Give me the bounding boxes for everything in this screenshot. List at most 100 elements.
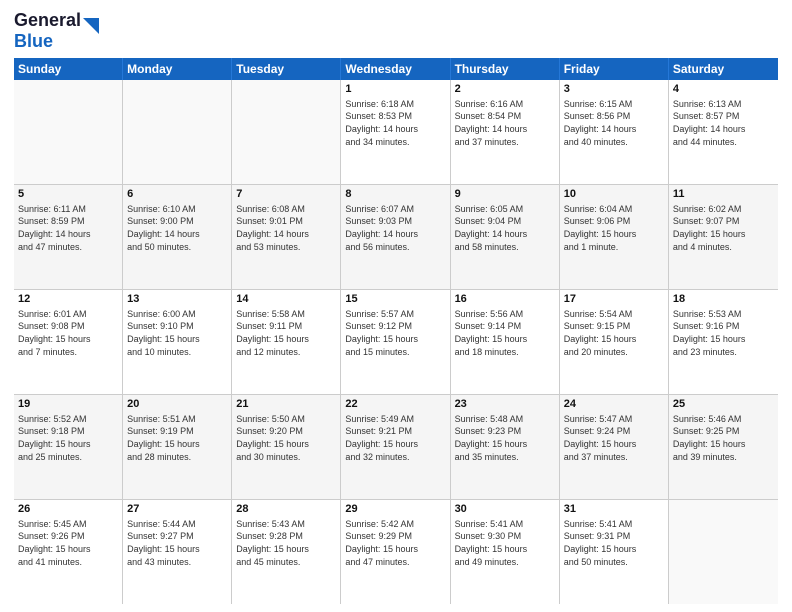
cell-info: Sunrise: 6:01 AM Sunset: 9:08 PM Dayligh…	[18, 308, 118, 358]
day-number: 26	[18, 502, 118, 517]
calendar-row: 1Sunrise: 6:18 AM Sunset: 8:53 PM Daylig…	[14, 80, 778, 185]
day-number: 22	[345, 397, 445, 412]
calendar-cell: 30Sunrise: 5:41 AM Sunset: 9:30 PM Dayli…	[451, 500, 560, 604]
cell-info: Sunrise: 6:04 AM Sunset: 9:06 PM Dayligh…	[564, 203, 664, 253]
day-number: 19	[18, 397, 118, 412]
day-number: 2	[455, 82, 555, 97]
cell-info: Sunrise: 6:10 AM Sunset: 9:00 PM Dayligh…	[127, 203, 227, 253]
day-number: 27	[127, 502, 227, 517]
cell-info: Sunrise: 5:53 AM Sunset: 9:16 PM Dayligh…	[673, 308, 774, 358]
calendar-cell: 6Sunrise: 6:10 AM Sunset: 9:00 PM Daylig…	[123, 185, 232, 289]
weekday-header: Sunday	[14, 58, 123, 80]
day-number: 13	[127, 292, 227, 307]
calendar-cell: 22Sunrise: 5:49 AM Sunset: 9:21 PM Dayli…	[341, 395, 450, 499]
cell-info: Sunrise: 5:47 AM Sunset: 9:24 PM Dayligh…	[564, 413, 664, 463]
calendar-cell: 29Sunrise: 5:42 AM Sunset: 9:29 PM Dayli…	[341, 500, 450, 604]
calendar-cell: 28Sunrise: 5:43 AM Sunset: 9:28 PM Dayli…	[232, 500, 341, 604]
day-number: 6	[127, 187, 227, 202]
day-number: 18	[673, 292, 774, 307]
weekday-header: Wednesday	[341, 58, 450, 80]
calendar-header: SundayMondayTuesdayWednesdayThursdayFrid…	[14, 58, 778, 80]
cell-info: Sunrise: 5:46 AM Sunset: 9:25 PM Dayligh…	[673, 413, 774, 463]
cell-info: Sunrise: 5:51 AM Sunset: 9:19 PM Dayligh…	[127, 413, 227, 463]
day-number: 7	[236, 187, 336, 202]
cell-info: Sunrise: 6:15 AM Sunset: 8:56 PM Dayligh…	[564, 98, 664, 148]
calendar-cell: 26Sunrise: 5:45 AM Sunset: 9:26 PM Dayli…	[14, 500, 123, 604]
calendar-cell: 17Sunrise: 5:54 AM Sunset: 9:15 PM Dayli…	[560, 290, 669, 394]
cell-info: Sunrise: 5:48 AM Sunset: 9:23 PM Dayligh…	[455, 413, 555, 463]
calendar-row: 19Sunrise: 5:52 AM Sunset: 9:18 PM Dayli…	[14, 395, 778, 500]
calendar-cell	[669, 500, 778, 604]
day-number: 29	[345, 502, 445, 517]
cell-info: Sunrise: 5:44 AM Sunset: 9:27 PM Dayligh…	[127, 518, 227, 568]
cell-info: Sunrise: 6:11 AM Sunset: 8:59 PM Dayligh…	[18, 203, 118, 253]
calendar-cell: 15Sunrise: 5:57 AM Sunset: 9:12 PM Dayli…	[341, 290, 450, 394]
cell-info: Sunrise: 6:18 AM Sunset: 8:53 PM Dayligh…	[345, 98, 445, 148]
calendar-body: 1Sunrise: 6:18 AM Sunset: 8:53 PM Daylig…	[14, 80, 778, 604]
day-number: 12	[18, 292, 118, 307]
cell-info: Sunrise: 5:45 AM Sunset: 9:26 PM Dayligh…	[18, 518, 118, 568]
calendar-cell: 2Sunrise: 6:16 AM Sunset: 8:54 PM Daylig…	[451, 80, 560, 184]
cell-info: Sunrise: 6:16 AM Sunset: 8:54 PM Dayligh…	[455, 98, 555, 148]
day-number: 21	[236, 397, 336, 412]
logo-arrow-icon	[83, 18, 99, 45]
day-number: 8	[345, 187, 445, 202]
calendar: SundayMondayTuesdayWednesdayThursdayFrid…	[14, 58, 778, 604]
cell-info: Sunrise: 5:56 AM Sunset: 9:14 PM Dayligh…	[455, 308, 555, 358]
day-number: 11	[673, 187, 774, 202]
calendar-cell: 13Sunrise: 6:00 AM Sunset: 9:10 PM Dayli…	[123, 290, 232, 394]
calendar-cell: 24Sunrise: 5:47 AM Sunset: 9:24 PM Dayli…	[560, 395, 669, 499]
weekday-header: Saturday	[669, 58, 778, 80]
day-number: 14	[236, 292, 336, 307]
weekday-header: Tuesday	[232, 58, 341, 80]
cell-info: Sunrise: 5:57 AM Sunset: 9:12 PM Dayligh…	[345, 308, 445, 358]
day-number: 5	[18, 187, 118, 202]
day-number: 25	[673, 397, 774, 412]
cell-info: Sunrise: 6:07 AM Sunset: 9:03 PM Dayligh…	[345, 203, 445, 253]
day-number: 15	[345, 292, 445, 307]
page: GeneralBlue SundayMondayTuesdayWednesday…	[0, 0, 792, 612]
cell-info: Sunrise: 5:43 AM Sunset: 9:28 PM Dayligh…	[236, 518, 336, 568]
calendar-cell: 14Sunrise: 5:58 AM Sunset: 9:11 PM Dayli…	[232, 290, 341, 394]
calendar-row: 5Sunrise: 6:11 AM Sunset: 8:59 PM Daylig…	[14, 185, 778, 290]
cell-info: Sunrise: 5:58 AM Sunset: 9:11 PM Dayligh…	[236, 308, 336, 358]
day-number: 9	[455, 187, 555, 202]
cell-info: Sunrise: 5:54 AM Sunset: 9:15 PM Dayligh…	[564, 308, 664, 358]
calendar-cell: 19Sunrise: 5:52 AM Sunset: 9:18 PM Dayli…	[14, 395, 123, 499]
calendar-cell: 25Sunrise: 5:46 AM Sunset: 9:25 PM Dayli…	[669, 395, 778, 499]
calendar-cell: 27Sunrise: 5:44 AM Sunset: 9:27 PM Dayli…	[123, 500, 232, 604]
day-number: 30	[455, 502, 555, 517]
calendar-cell	[232, 80, 341, 184]
day-number: 16	[455, 292, 555, 307]
weekday-header: Thursday	[451, 58, 560, 80]
day-number: 17	[564, 292, 664, 307]
cell-info: Sunrise: 6:08 AM Sunset: 9:01 PM Dayligh…	[236, 203, 336, 253]
calendar-cell: 16Sunrise: 5:56 AM Sunset: 9:14 PM Dayli…	[451, 290, 560, 394]
cell-info: Sunrise: 6:05 AM Sunset: 9:04 PM Dayligh…	[455, 203, 555, 253]
logo-text: GeneralBlue	[14, 10, 81, 52]
calendar-cell: 31Sunrise: 5:41 AM Sunset: 9:31 PM Dayli…	[560, 500, 669, 604]
cell-info: Sunrise: 5:49 AM Sunset: 9:21 PM Dayligh…	[345, 413, 445, 463]
cell-info: Sunrise: 5:41 AM Sunset: 9:30 PM Dayligh…	[455, 518, 555, 568]
calendar-cell: 4Sunrise: 6:13 AM Sunset: 8:57 PM Daylig…	[669, 80, 778, 184]
day-number: 31	[564, 502, 664, 517]
calendar-cell: 18Sunrise: 5:53 AM Sunset: 9:16 PM Dayli…	[669, 290, 778, 394]
calendar-row: 26Sunrise: 5:45 AM Sunset: 9:26 PM Dayli…	[14, 500, 778, 604]
calendar-cell	[123, 80, 232, 184]
cell-info: Sunrise: 6:02 AM Sunset: 9:07 PM Dayligh…	[673, 203, 774, 253]
logo: GeneralBlue	[14, 10, 99, 52]
weekday-header: Friday	[560, 58, 669, 80]
calendar-cell: 12Sunrise: 6:01 AM Sunset: 9:08 PM Dayli…	[14, 290, 123, 394]
cell-info: Sunrise: 6:13 AM Sunset: 8:57 PM Dayligh…	[673, 98, 774, 148]
day-number: 28	[236, 502, 336, 517]
cell-info: Sunrise: 5:42 AM Sunset: 9:29 PM Dayligh…	[345, 518, 445, 568]
calendar-cell: 7Sunrise: 6:08 AM Sunset: 9:01 PM Daylig…	[232, 185, 341, 289]
calendar-cell	[14, 80, 123, 184]
calendar-cell: 11Sunrise: 6:02 AM Sunset: 9:07 PM Dayli…	[669, 185, 778, 289]
cell-info: Sunrise: 5:52 AM Sunset: 9:18 PM Dayligh…	[18, 413, 118, 463]
calendar-row: 12Sunrise: 6:01 AM Sunset: 9:08 PM Dayli…	[14, 290, 778, 395]
logo-arrow	[83, 18, 99, 40]
day-number: 4	[673, 82, 774, 97]
day-number: 23	[455, 397, 555, 412]
cell-info: Sunrise: 5:41 AM Sunset: 9:31 PM Dayligh…	[564, 518, 664, 568]
